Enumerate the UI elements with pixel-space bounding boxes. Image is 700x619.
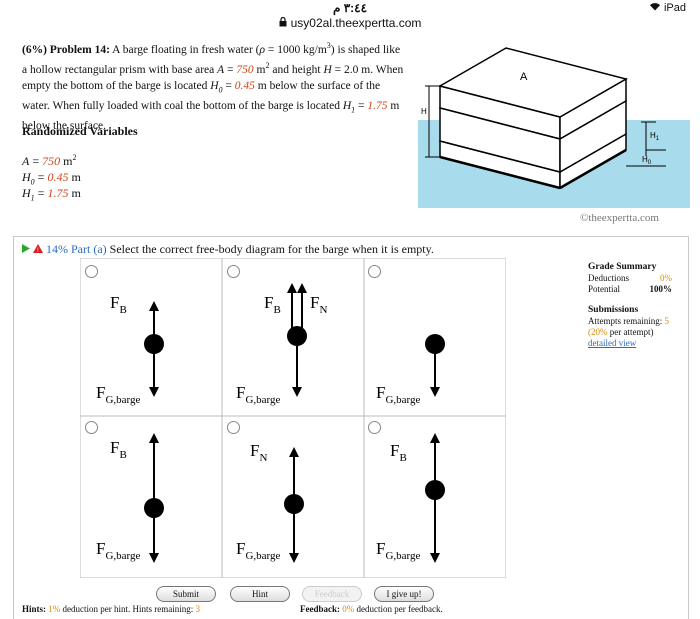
fbd-option-2[interactable]: FB FN FG,barge (236, 283, 327, 406)
label-fb: FB (390, 441, 407, 464)
problem-number: (6%) Problem 14: (22, 43, 110, 56)
copyright: ©theexpertta.com (580, 212, 659, 224)
give-up-button[interactable]: I give up! (374, 586, 434, 602)
label-area: A (520, 71, 528, 83)
h0-value: 0.45 (234, 79, 255, 92)
label-fg: FG,barge (96, 383, 141, 406)
var-area: A = 750 m2 (22, 153, 77, 168)
radio-option-6[interactable] (368, 421, 381, 434)
device-indicator: iPad (649, 2, 686, 14)
submissions-title: Submissions (588, 305, 639, 315)
fbd-option-5[interactable]: FN FG,barge (236, 441, 304, 563)
attempts-remaining: Attempts remaining: 5 (588, 316, 669, 326)
feedback-footer: Feedback: 0% deduction per feedback. (300, 604, 443, 614)
label-fb: FB (264, 293, 281, 316)
play-icon[interactable] (22, 242, 33, 256)
part-percent: 14% Part (a) (46, 242, 107, 256)
hint-button[interactable]: Hint (230, 586, 290, 602)
label-fg: FG,barge (96, 539, 141, 562)
fbd-option-6[interactable]: FB FG,barge (376, 433, 445, 563)
radio-option-5[interactable] (227, 421, 240, 434)
part-a-header: ! 14% Part (a) Select the correct free-b… (22, 242, 434, 257)
device-label: iPad (663, 2, 686, 14)
radio-option-2[interactable] (227, 265, 240, 278)
submit-button[interactable]: Submit (156, 586, 216, 602)
label-fg: FG,barge (376, 383, 421, 406)
barge-figure: A H H1 H0 (418, 47, 690, 208)
area-value: 750 (236, 63, 254, 76)
problem-statement: (6%) Problem 14: A barge floating in fre… (22, 41, 404, 133)
var-h1: H1 = 1.75 m (22, 186, 81, 203)
label-fg: FG,barge (236, 383, 281, 406)
url-text: usy02al.theexpertta.com (290, 16, 422, 30)
label-height: H (421, 107, 427, 116)
grade-summary-title: Grade Summary (588, 262, 657, 272)
radio-option-1[interactable] (85, 265, 98, 278)
potential-row: Potential 100% (588, 284, 672, 294)
label-fg: FG,barge (376, 539, 421, 562)
feedback-button[interactable]: Feedback (302, 586, 362, 602)
radio-option-4[interactable] (85, 421, 98, 434)
label-fn: FN (250, 441, 267, 464)
deductions-row: Deductions 0% (588, 273, 672, 283)
fbd-option-4[interactable]: FB FG,barge (96, 433, 164, 563)
label-fb: FB (110, 438, 127, 461)
h1-value: 1.75 (367, 99, 388, 112)
label-fg: FG,barge (236, 539, 281, 562)
per-attempt: (20% per attempt) (588, 327, 654, 337)
fbd-option-1[interactable]: FB FG,barge (96, 293, 164, 406)
part-prompt: Select the correct free-body diagram for… (106, 242, 434, 256)
wifi-icon (649, 2, 664, 14)
label-fb: FB (110, 293, 127, 316)
grade-summary: Grade Summary Deductions 0% Potential 100%… (588, 262, 672, 349)
url-bar[interactable]: usy02al.theexpertta.com (0, 16, 700, 30)
clock: ٣:٤٤ م (332, 1, 368, 15)
var-h0: H0 = 0.45 m (22, 170, 81, 187)
status-bar: ٣:٤٤ م usy02al.theexpertta.com iPad (0, 0, 700, 34)
fbd-grid: FB FG,barge FB FN FG,barge FG,barge FB F… (80, 258, 506, 578)
lock-icon (279, 16, 287, 30)
warning-icon: ! (33, 242, 46, 256)
radio-option-3[interactable] (368, 265, 381, 278)
fbd-option-3[interactable]: FG,barge (376, 334, 445, 406)
randomized-variables-title: Randomized Variables (22, 124, 138, 138)
hints-footer: Hints: 1% deduction per hint. Hints rema… (22, 604, 200, 614)
detailed-view-link[interactable]: detailed view (588, 338, 672, 349)
label-fn: FN (310, 293, 327, 316)
